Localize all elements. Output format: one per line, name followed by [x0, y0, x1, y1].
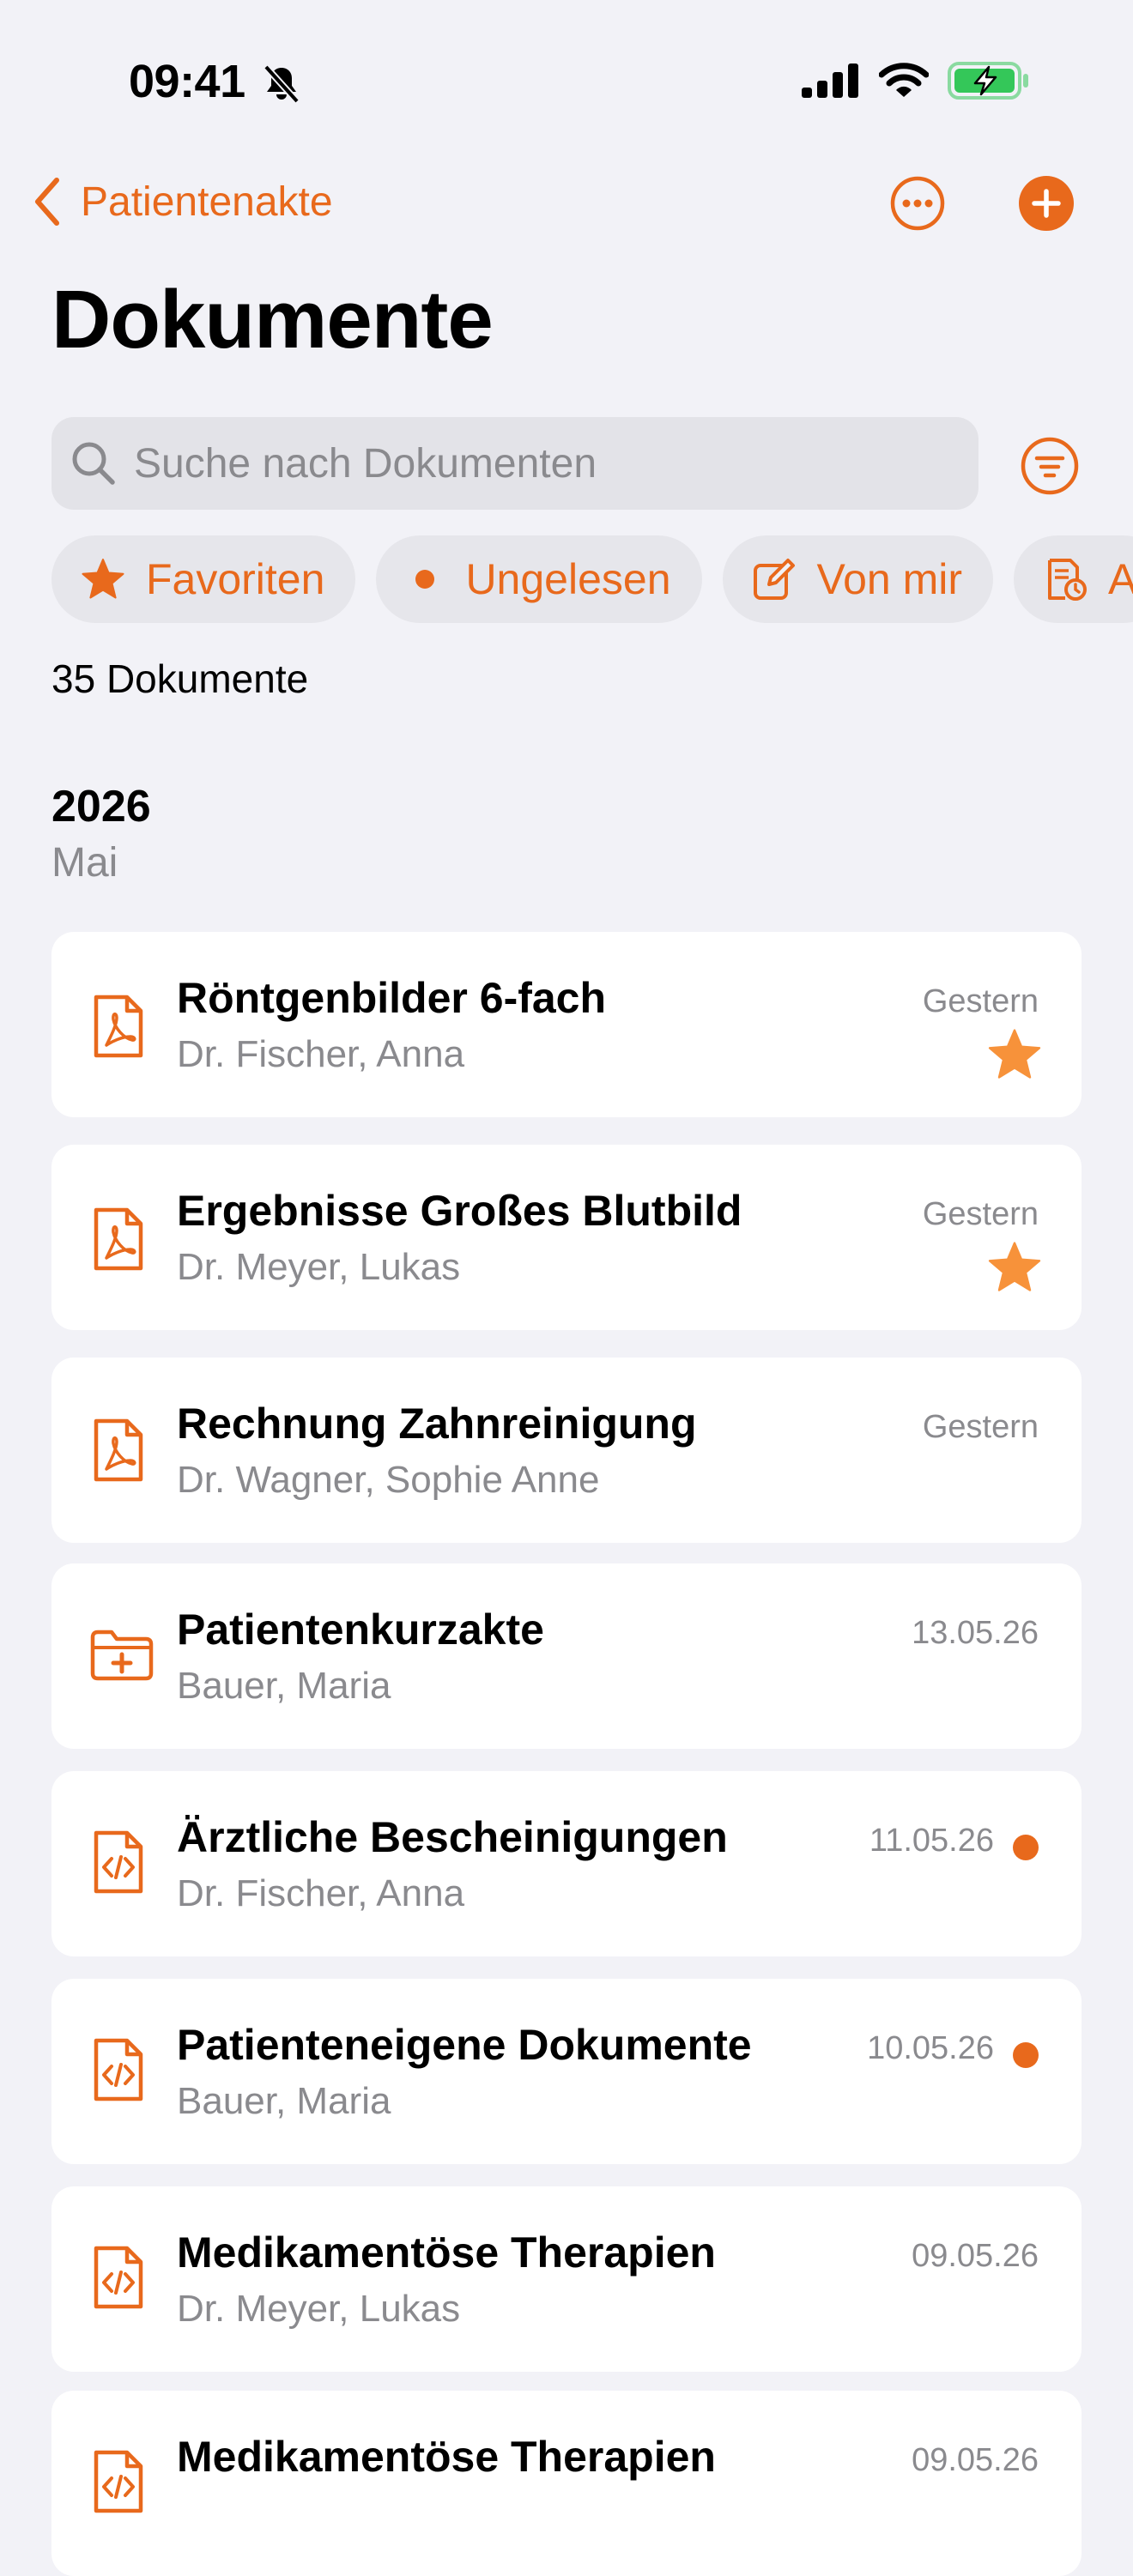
chip-label: Ungelesen — [465, 555, 671, 603]
medical-folder-icon — [90, 1630, 154, 1681]
chip-by-me[interactable]: Von mir — [722, 535, 994, 623]
document-row[interactable]: Röntgenbilder 6-fach Dr. Fischer, Anna G… — [52, 932, 1082, 1117]
document-title: Rechnung Zahnreinigung — [177, 1400, 697, 1448]
document-row[interactable]: Ergebnisse Großes Blutbild Dr. Meyer, Lu… — [52, 1145, 1082, 1330]
document-author: Dr. Meyer, Lukas — [177, 1246, 461, 1288]
status-indicators — [802, 62, 1030, 100]
edit-icon — [753, 559, 795, 600]
document-row[interactable]: Medikamentöse Therapien Dr. Meyer, Lukas… — [52, 2186, 1082, 2372]
section-month: Mai — [52, 840, 118, 886]
favorite-star-icon — [988, 1029, 1041, 1079]
document-clock-icon — [1048, 559, 1088, 601]
document-title: Patientenkurzakte — [177, 1605, 544, 1654]
document-author: Bauer, Maria — [177, 1665, 391, 1707]
code-document-icon — [94, 2450, 143, 2513]
battery-charging-icon — [948, 62, 1028, 100]
search-bar[interactable] — [52, 417, 978, 510]
search-input[interactable] — [132, 438, 908, 488]
chip-unread[interactable]: Ungelesen — [376, 535, 702, 623]
document-date: Gestern — [922, 983, 1039, 1019]
document-date: Gestern — [922, 1409, 1039, 1445]
document-row[interactable]: Patienteneigene Dokumente Bauer, Maria 1… — [52, 1979, 1082, 2164]
code-document-icon — [94, 2246, 143, 2309]
document-author: Dr. Wagner, Sophie Anne — [177, 1459, 600, 1501]
document-title: Medikamentöse Therapien — [177, 2228, 716, 2277]
document-title: Medikamentöse Therapien — [177, 2433, 716, 2481]
navigation-bar: Patientenakte — [0, 163, 1133, 240]
document-title: Patienteneigene Dokumente — [177, 2021, 752, 2069]
document-row[interactable]: Medikamentöse Therapien 09.05.26 — [52, 2391, 1082, 2576]
dot-icon — [415, 570, 435, 589]
document-date: 10.05.26 — [867, 2030, 994, 2066]
document-count: 35 Dokumente — [52, 656, 309, 701]
filter-button[interactable] — [1020, 436, 1080, 496]
status-time: 09:41 — [129, 56, 245, 107]
document-date: 11.05.26 — [869, 1823, 994, 1859]
back-button-label: Patientenakte — [81, 178, 333, 225]
chip-label: Von mir — [816, 555, 963, 603]
status-bar: 09:41 — [0, 0, 1133, 163]
chip-more[interactable]: A — [1014, 535, 1133, 623]
document-row[interactable]: Ärztliche Bescheinigungen Dr. Fischer, A… — [52, 1771, 1082, 1956]
document-date: 13.05.26 — [912, 1615, 1039, 1651]
document-author: Dr. Fischer, Anna — [177, 1033, 465, 1075]
document-title: Ärztliche Bescheinigungen — [177, 1813, 728, 1861]
chip-label: A — [1108, 555, 1133, 603]
section-year: 2026 — [52, 782, 151, 831]
document-title: Ergebnisse Großes Blutbild — [177, 1187, 742, 1235]
document-author: Dr. Meyer, Lukas — [177, 2288, 461, 2330]
chip-favorites[interactable]: Favoriten — [52, 535, 356, 623]
unread-indicator — [1013, 2042, 1039, 2068]
wifi-icon — [879, 63, 929, 97]
cellular-signal-icon — [802, 63, 858, 98]
document-row[interactable]: Patientenkurzakte Bauer, Maria 13.05.26 — [52, 1563, 1082, 1749]
pdf-icon — [94, 995, 143, 1058]
chip-label: Favoriten — [146, 555, 325, 603]
document-author: Dr. Fischer, Anna — [177, 1872, 465, 1914]
favorite-star-icon — [988, 1242, 1041, 1291]
bell-slash-icon — [264, 64, 300, 104]
document-row[interactable]: Rechnung Zahnreinigung Dr. Wagner, Sophi… — [52, 1358, 1082, 1543]
more-options-button[interactable] — [889, 175, 946, 232]
pdf-icon — [94, 1418, 143, 1482]
search-icon — [72, 442, 115, 485]
document-author: Bauer, Maria — [177, 2080, 391, 2122]
add-document-button[interactable] — [1018, 175, 1075, 232]
code-document-icon — [94, 2038, 143, 2101]
filter-chips: Favoriten Ungelesen Von mir A — [52, 535, 1133, 623]
page-title: Dokumente — [52, 274, 494, 366]
back-button[interactable]: Patientenakte — [33, 177, 333, 227]
pdf-icon — [94, 1207, 143, 1271]
code-document-icon — [94, 1830, 143, 1894]
chevron-left-icon — [35, 178, 59, 226]
unread-indicator — [1013, 1835, 1039, 1860]
document-title: Röntgenbilder 6-fach — [177, 974, 607, 1022]
document-date: Gestern — [922, 1196, 1039, 1232]
document-date: 09.05.26 — [912, 2238, 1039, 2274]
star-icon — [82, 559, 124, 599]
